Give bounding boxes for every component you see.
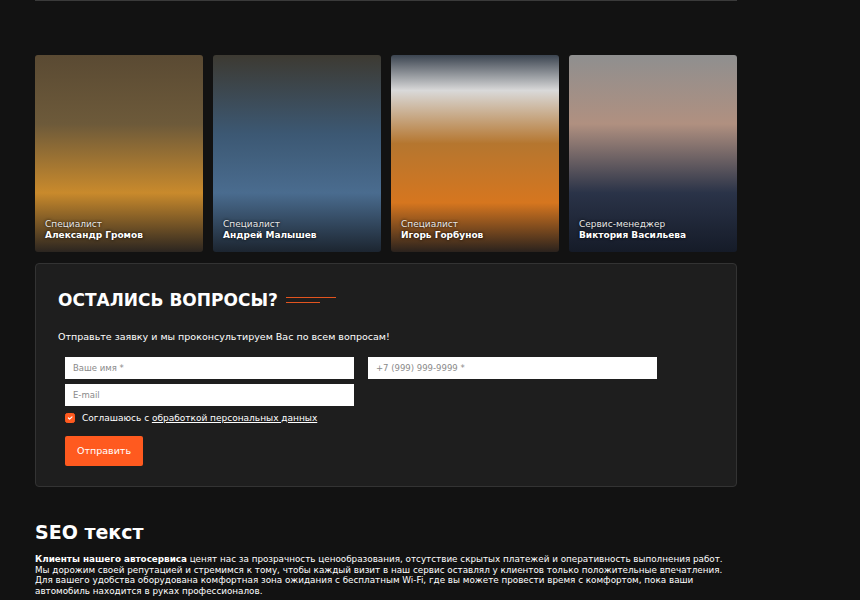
form-fields [58,357,714,406]
seo-lead: Клиенты нашего автосервиса [35,554,187,564]
consent-checkbox[interactable] [65,413,75,423]
form-subtitle: Отправьте заявку и мы проконсультируем В… [58,330,714,344]
member-role: Сервис-менеджер [579,219,727,231]
team-grid: СпециалистАлександр ГромовСпециалистАндр… [35,55,737,252]
contact-form: ОСТАЛИСЬ ВОПРОСЫ? Отправьте заявку и мы п… [35,263,737,487]
member-role: Специалист [223,219,371,231]
form-input[interactable] [368,357,657,379]
title-decoration [286,297,336,303]
seo-title: SEO текст [35,521,737,544]
member-name: Андрей Малышев [223,230,371,242]
form-input[interactable] [65,357,354,379]
member-name: Виктория Васильева [579,230,727,242]
team-card: СпециалистАндрей Малышев [213,55,381,252]
consent-text: Соглашаюсь с [82,412,149,426]
page: СпециалистАлександр ГромовСпециалистАндр… [35,0,737,596]
seo-text: Клиенты нашего автосервисаценят нас за п… [35,554,737,596]
team-card: СпециалистАлександр Громов [35,55,203,252]
member-name: Александр Громов [45,230,193,242]
divider-line [35,0,737,1]
team-card: СпециалистИгорь Горбунов [391,55,559,252]
form-title: ОСТАЛИСЬ ВОПРОСЫ? [58,290,714,310]
team-card: Сервис-менеджерВиктория Васильева [569,55,737,252]
privacy-link[interactable]: обработкой персональных данных [152,412,317,426]
consent-row: Соглашаюсь собработкой персональных данн… [58,412,714,426]
member-name: Игорь Горбунов [401,230,549,242]
form-title-text: ОСТАЛИСЬ ВОПРОСЫ? [58,290,278,310]
form-input[interactable] [65,384,354,406]
member-role: Специалист [45,219,193,231]
member-role: Специалист [401,219,549,231]
submit-button[interactable]: Отправить [65,436,143,466]
